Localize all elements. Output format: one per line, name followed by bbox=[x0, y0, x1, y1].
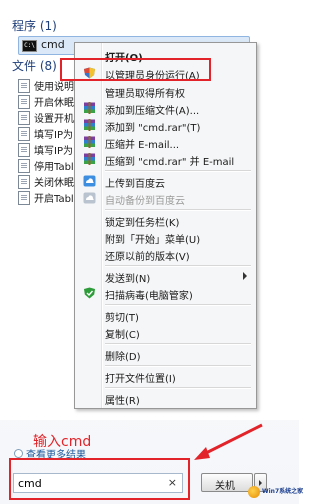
menu-item-take-ownership[interactable]: 管理员取得所有权 bbox=[77, 82, 253, 100]
menu-item-scan-virus[interactable]: 扫描病毒(电脑管家) bbox=[77, 284, 253, 302]
program-name: cmd bbox=[41, 38, 65, 51]
file-name: 设置开机 bbox=[34, 114, 74, 125]
document-icon bbox=[18, 159, 30, 173]
menu-item-copy[interactable]: 复制(C) bbox=[77, 323, 253, 341]
menu-item-label: 附到「开始」菜单(U) bbox=[105, 235, 201, 246]
file-name: 关闭休眠 bbox=[34, 178, 74, 189]
menu-item-restore-versions[interactable]: 还原以前的版本(V) bbox=[77, 245, 253, 263]
shutdown-button[interactable]: 关机 bbox=[201, 473, 253, 492]
menu-item-pin-taskbar[interactable]: 锁定到任务栏(K) bbox=[77, 211, 253, 229]
document-icon bbox=[18, 127, 30, 141]
menu-item-label: 打开文件位置(I) bbox=[105, 374, 176, 385]
menu-item-label: 属性(R) bbox=[105, 396, 140, 407]
menu-item-label: 发送到(N) bbox=[105, 274, 151, 285]
menu-item-label: 剪切(T) bbox=[105, 313, 139, 324]
file-name: 开启休眠 bbox=[34, 98, 74, 109]
highlight-run-as-admin bbox=[60, 58, 211, 81]
shutdown-label: 关机 bbox=[215, 481, 235, 492]
menu-item-properties[interactable]: 属性(R) bbox=[77, 389, 253, 407]
file-name: 停用Table bbox=[34, 162, 80, 173]
document-icon bbox=[18, 143, 30, 157]
file-name: 填写IP为1 bbox=[34, 130, 80, 141]
watermark-text: Win7系统之家 bbox=[262, 488, 304, 495]
menu-item-label: 自动备份到百度云 bbox=[105, 196, 185, 207]
watermark-logo-icon bbox=[248, 486, 260, 498]
menu-item-label: 还原以前的版本(V) bbox=[105, 252, 190, 263]
menu-item-label: 锁定到任务栏(K) bbox=[105, 218, 180, 229]
highlight-search-box bbox=[9, 458, 190, 500]
winrar-icon bbox=[84, 136, 95, 148]
files-section-header[interactable]: 文件 (8) bbox=[12, 57, 57, 74]
menu-item-pin-start[interactable]: 附到「开始」菜单(U) bbox=[77, 228, 253, 246]
document-icon bbox=[18, 111, 30, 125]
menu-item-label: 上传到百度云 bbox=[105, 179, 165, 190]
document-icon bbox=[18, 175, 30, 189]
submenu-arrow-icon bbox=[243, 272, 247, 280]
menu-item-label: 管理员取得所有权 bbox=[105, 89, 185, 100]
file-name: 填写IP为1 bbox=[34, 146, 80, 157]
file-name: 开启Table bbox=[34, 194, 80, 205]
context-menu: 打开(O) 以管理员身份运行(A) 管理员取得所有权 添加到压缩文件(A)... bbox=[74, 42, 257, 409]
document-icon bbox=[18, 95, 30, 109]
menu-item-open-file-location[interactable]: 打开文件位置(I) bbox=[77, 367, 253, 385]
cmd-window-icon: C:\ bbox=[22, 40, 37, 52]
winrar-icon bbox=[84, 119, 95, 131]
baidu-cloud-icon bbox=[83, 175, 96, 187]
menu-item-compress-cmd-rar-email[interactable]: 压缩到 "cmd.rar" 并 E-mail bbox=[77, 150, 253, 168]
menu-item-auto-backup-baidu[interactable]: 自动备份到百度云 bbox=[77, 189, 253, 207]
menu-item-label: 扫描病毒(电脑管家) bbox=[105, 291, 193, 302]
menu-item-label: 添加到压缩文件(A)... bbox=[105, 106, 200, 117]
programs-section-header[interactable]: 程序 (1) bbox=[12, 17, 57, 34]
menu-item-send-to[interactable]: 发送到(N) bbox=[77, 267, 253, 285]
menu-item-label: 压缩到 "cmd.rar" 并 E-mail bbox=[105, 157, 235, 168]
start-menu: 程序 (1) C:\ cmd 文件 (8) 使用说明 开启休眠 设置开机 填写I… bbox=[0, 0, 303, 504]
menu-item-label: 复制(C) bbox=[105, 330, 140, 341]
tencent-shield-icon bbox=[84, 287, 95, 299]
menu-item-upload-baidu[interactable]: 上传到百度云 bbox=[77, 172, 253, 190]
menu-item-add-to-cmd-rar[interactable]: 添加到 "cmd.rar"(T) bbox=[77, 116, 253, 134]
menu-item-compress-email[interactable]: 压缩并 E-mail... bbox=[77, 133, 253, 151]
menu-item-cut[interactable]: 剪切(T) bbox=[77, 306, 253, 324]
menu-item-label: 压缩并 E-mail... bbox=[105, 140, 180, 151]
winrar-icon bbox=[84, 153, 95, 165]
menu-item-label: 删除(D) bbox=[105, 352, 141, 363]
menu-item-add-to-archive[interactable]: 添加到压缩文件(A)... bbox=[77, 99, 253, 117]
radio-icon bbox=[14, 449, 23, 458]
document-icon bbox=[18, 79, 30, 93]
watermark: Win7系统之家 bbox=[248, 480, 303, 502]
menu-item-label: 添加到 "cmd.rar"(T) bbox=[105, 123, 201, 134]
winrar-icon bbox=[84, 102, 95, 114]
document-icon bbox=[18, 191, 30, 205]
baidu-cloud-icon bbox=[83, 192, 96, 204]
menu-item-delete[interactable]: 删除(D) bbox=[77, 345, 253, 363]
